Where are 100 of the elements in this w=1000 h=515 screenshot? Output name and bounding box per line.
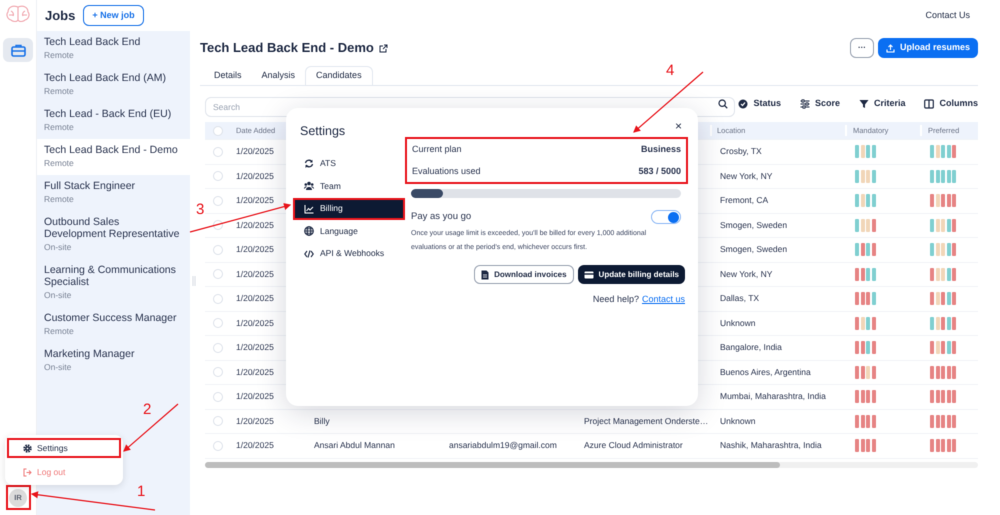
row-checkbox[interactable] xyxy=(213,392,223,402)
table-cell: Nashik, Maharashtra, India xyxy=(720,439,822,452)
settings-nav-item[interactable]: Team xyxy=(293,175,405,198)
filter-button[interactable]: Status xyxy=(738,97,781,111)
settings-nav-item[interactable]: Billing xyxy=(293,198,405,220)
upload-resumes-button[interactable]: Upload resumes xyxy=(878,38,978,58)
row-checkbox[interactable] xyxy=(213,196,223,206)
filter-button[interactable]: Criteria xyxy=(858,97,906,111)
row-checkbox[interactable] xyxy=(213,146,223,157)
plan-label: Evaluations used xyxy=(412,164,481,178)
more-button[interactable]: ··· xyxy=(850,38,874,58)
check-circle-icon xyxy=(738,99,748,109)
table-cell: Bangalore, India xyxy=(720,341,782,354)
job-title: Tech Lead Back End - Demo xyxy=(200,39,374,58)
row-checkbox[interactable] xyxy=(213,367,223,378)
job-title: Tech Lead Back End xyxy=(44,36,142,48)
select-all-checkbox[interactable] xyxy=(213,126,223,136)
download-invoices-button[interactable]: Download invoices xyxy=(474,265,574,284)
external-link-icon[interactable] xyxy=(378,44,388,52)
table-cell: Smogen, Sweden xyxy=(720,218,788,232)
table-cell: New York, NY xyxy=(720,170,772,183)
users-icon xyxy=(304,181,314,192)
table-cell: 1/20/2025 xyxy=(236,170,274,183)
table-cell: Buenos Aires, Argentina xyxy=(720,366,811,379)
section-title: Jobs xyxy=(45,6,76,25)
row-checkbox[interactable] xyxy=(213,318,223,328)
row-checkbox[interactable] xyxy=(213,269,223,280)
document-icon xyxy=(481,270,490,280)
table-cell: Unknown xyxy=(720,316,756,330)
table-cell: New York, NY xyxy=(720,268,772,281)
briefcase-icon xyxy=(10,44,26,56)
funnel-icon xyxy=(858,99,869,109)
job-location: On-site xyxy=(44,241,72,254)
row-checkbox[interactable] xyxy=(213,440,223,451)
settings-nav-item[interactable]: API & Webhooks xyxy=(293,242,405,265)
filter-button[interactable]: Columns xyxy=(924,97,978,111)
row-checkbox[interactable] xyxy=(213,294,223,304)
gear-icon xyxy=(23,444,32,452)
globe-icon xyxy=(304,226,314,236)
job-title: Full Stack Engineer xyxy=(44,180,136,192)
annotation-number: 3 xyxy=(196,202,204,218)
new-job-button[interactable]: + New job xyxy=(83,4,144,26)
job-title: Marketing Manager xyxy=(44,348,136,360)
table-cell: ansariabdulm19@gmail.com xyxy=(449,439,557,452)
close-button[interactable]: × xyxy=(674,120,682,132)
search-icon[interactable] xyxy=(718,99,728,109)
job-title: Tech Lead Back End (AM) xyxy=(44,72,167,84)
filter-button[interactable]: Score xyxy=(800,97,840,111)
table-cell: 1/20/2025 xyxy=(236,243,274,256)
table-cell: Billy xyxy=(314,414,330,428)
row-checkbox[interactable] xyxy=(213,342,223,353)
row-checkbox[interactable] xyxy=(213,416,223,426)
scrollbar-thumb[interactable] xyxy=(205,462,780,468)
table-cell: Crosby, TX xyxy=(720,145,762,158)
table-cell: Unknown xyxy=(720,414,756,428)
line-chart-icon xyxy=(304,204,314,214)
plan-value: Business xyxy=(640,143,681,156)
columns-icon xyxy=(924,99,934,109)
row-checkbox[interactable] xyxy=(213,244,223,255)
table-cell: 1/20/2025 xyxy=(236,218,274,232)
table-cell: 1/20/2025 xyxy=(236,292,274,306)
job-location: On-site xyxy=(44,361,72,374)
upload-icon xyxy=(886,44,895,52)
annotation-number: 1 xyxy=(137,484,146,500)
table-cell: Dallas, TX xyxy=(720,292,760,306)
credit-card-icon xyxy=(584,270,594,279)
table-cell: Smogen, Sweden xyxy=(720,243,788,256)
horizontal-scrollbar[interactable] xyxy=(205,462,978,468)
contact-us-link[interactable]: Contact us xyxy=(642,293,685,307)
annotation-arrow xyxy=(123,404,178,452)
contact-us-link[interactable]: Contact Us xyxy=(925,8,970,22)
brain-logo-icon xyxy=(5,5,31,23)
job-title: Learning & Communications Specialist xyxy=(44,264,177,288)
tab[interactable]: Details xyxy=(204,66,252,85)
update-billing-button[interactable]: Update billing details xyxy=(578,265,685,284)
job-location: Remote xyxy=(44,121,75,134)
resize-handle-icon[interactable] xyxy=(192,276,196,286)
annotation-number: 2 xyxy=(143,402,152,418)
jobs-nav-button[interactable] xyxy=(3,38,33,62)
menu-item[interactable]: Settings xyxy=(7,438,121,458)
table-cell: 1/20/2025 xyxy=(236,390,274,404)
dialog-title: Settings xyxy=(299,123,346,140)
job-location: Remote xyxy=(44,193,75,206)
pay-as-you-go-toggle[interactable] xyxy=(651,210,681,224)
table-cell: Azure Cloud Administrator xyxy=(584,439,683,452)
table-cell: 1/20/2025 xyxy=(236,194,274,208)
annotation-number: 4 xyxy=(666,63,674,79)
table-cell: 1/20/2025 xyxy=(236,414,274,428)
row-checkbox[interactable] xyxy=(213,171,223,182)
table-cell: 1/20/2025 xyxy=(236,145,274,158)
settings-nav-item[interactable]: Language xyxy=(293,220,405,242)
job-list-item[interactable]: Tech Lead Back End - Demo Remote xyxy=(37,139,190,175)
table-cell: Project Management Onderste… xyxy=(584,414,708,428)
settings-nav-item[interactable]: ATS xyxy=(293,152,405,175)
logout-icon xyxy=(23,468,32,476)
tab[interactable]: Analysis xyxy=(252,66,306,85)
table-cell: 1/20/2025 xyxy=(236,316,274,330)
sliders-icon xyxy=(800,99,810,109)
sync-icon xyxy=(304,158,314,169)
tab[interactable]: Candidates xyxy=(305,66,373,85)
